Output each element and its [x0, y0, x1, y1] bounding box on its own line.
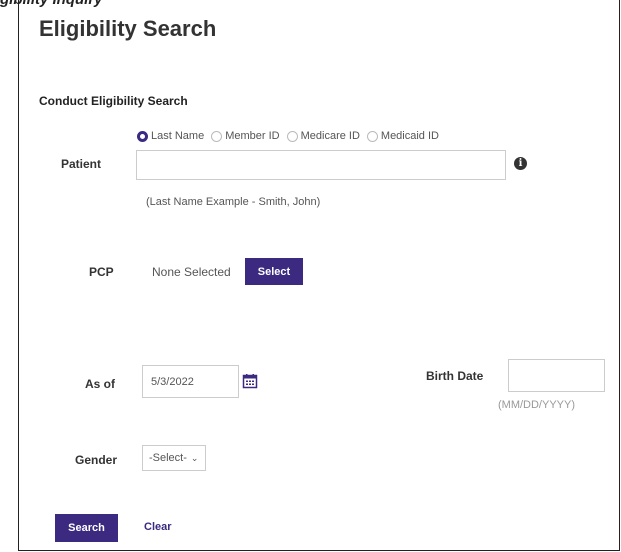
- as-of-date-input[interactable]: 5/3/2022: [142, 365, 239, 398]
- page-title: Eligibility Search: [39, 16, 217, 41]
- radio-unselected-icon: [366, 130, 378, 142]
- pcp-value: None Selected: [152, 265, 231, 279]
- patient-hint: (Last Name Example - Smith, John): [146, 196, 321, 208]
- chevron-down-icon: ⌄: [190, 452, 199, 463]
- clear-button[interactable]: Clear: [144, 521, 172, 533]
- radio-unselected-icon: [211, 130, 223, 142]
- gender-label: Gender: [75, 453, 118, 467]
- radio-medicare-id[interactable]: Medicare ID: [286, 130, 360, 142]
- gender-select[interactable]: -Select- ⌄: [142, 445, 206, 471]
- birth-date-input[interactable]: [508, 359, 605, 392]
- radio-selected-icon: [137, 130, 148, 142]
- search-button[interactable]: Search: [55, 514, 118, 542]
- info-icon[interactable]: i: [514, 157, 527, 170]
- pcp-select-button[interactable]: Select: [245, 258, 303, 285]
- as-of-label: As of: [85, 377, 115, 391]
- pcp-label: PCP: [89, 265, 114, 279]
- birth-date-label: Birth Date: [426, 369, 484, 383]
- radio-unselected-icon: [286, 130, 298, 142]
- radio-member-id[interactable]: Member ID: [211, 130, 280, 142]
- patient-input[interactable]: [136, 150, 506, 180]
- birth-date-hint: (MM/DD/YYYY): [498, 399, 575, 411]
- section-title: Conduct Eligibility Search: [39, 94, 188, 108]
- radio-last-name[interactable]: Last Name: [137, 130, 204, 142]
- radio-medicaid-id[interactable]: Medicaid ID: [366, 130, 439, 142]
- search-type-group: Last Name Member ID Medicare ID Medicaid…: [137, 130, 446, 142]
- calendar-icon[interactable]: [242, 373, 258, 389]
- patient-label: Patient: [61, 157, 102, 171]
